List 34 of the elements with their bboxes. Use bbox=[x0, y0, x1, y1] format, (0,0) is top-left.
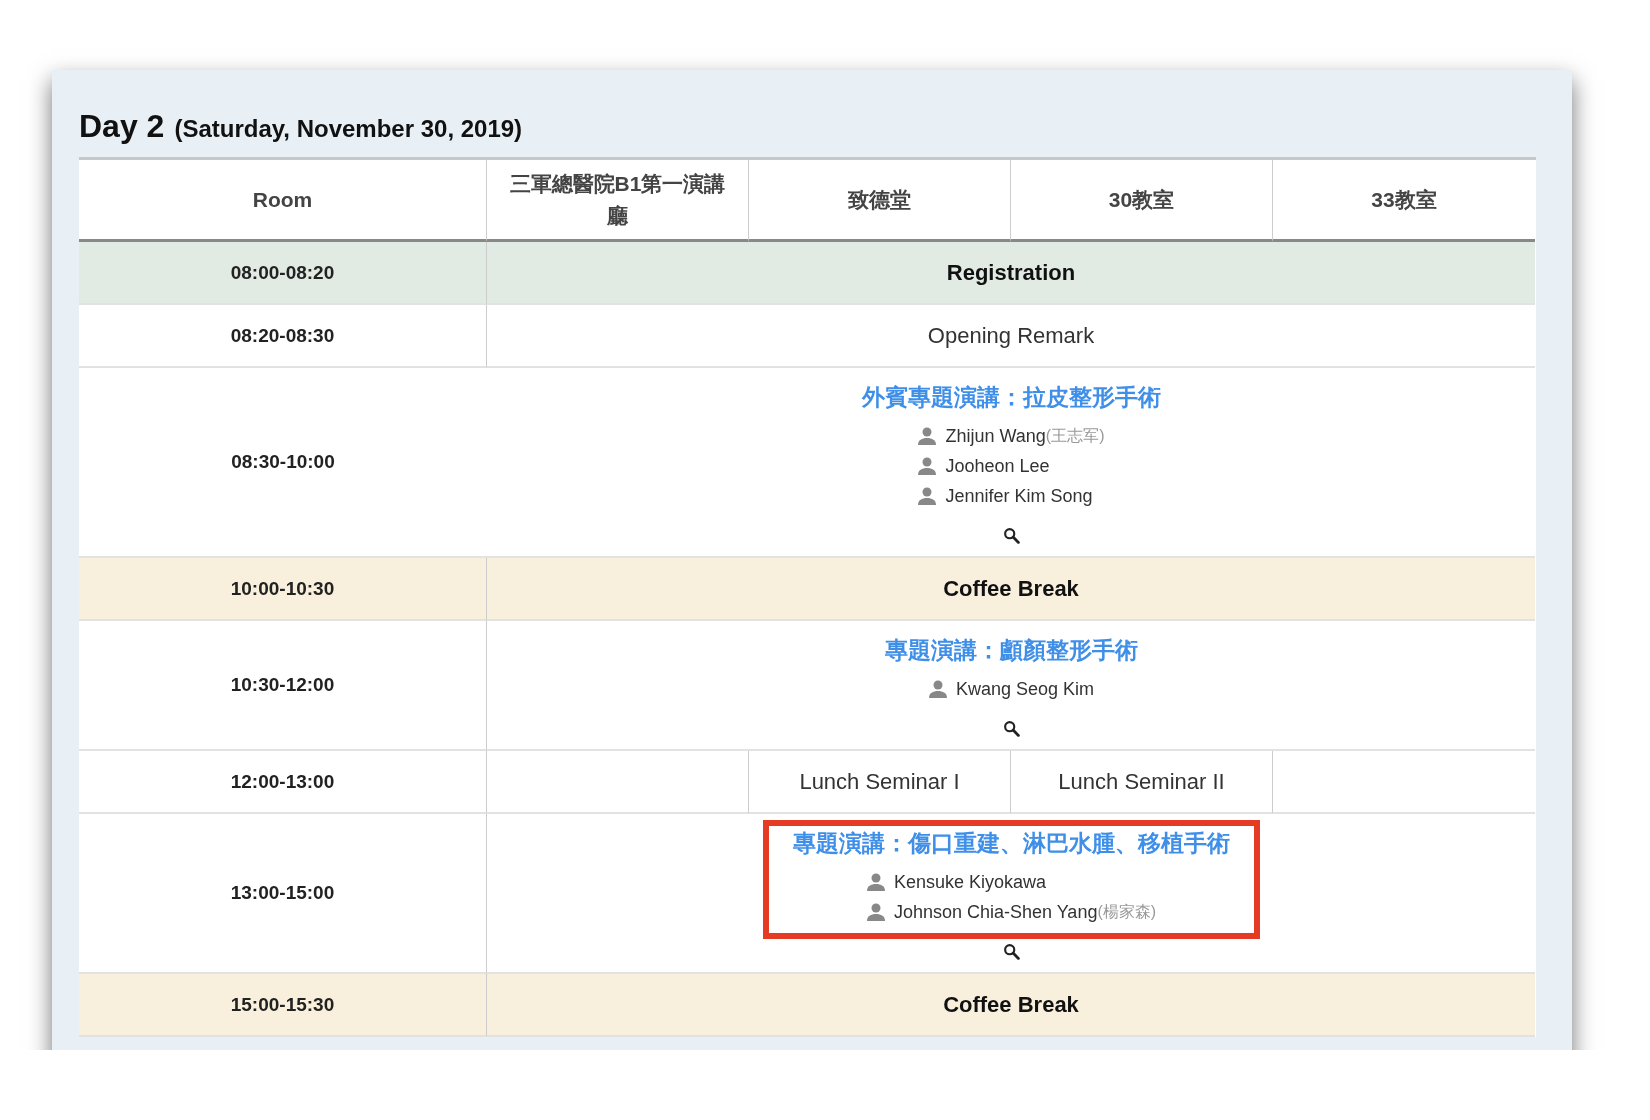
speaker-native-name: (楊家森) bbox=[1097, 901, 1157, 920]
day-date: (Saturday, November 30, 2019) bbox=[174, 115, 523, 143]
time-cell: 08:20-08:30 bbox=[79, 305, 487, 368]
person-icon bbox=[865, 872, 886, 892]
search-icon[interactable] bbox=[1002, 720, 1020, 737]
person-icon bbox=[917, 486, 938, 506]
speaker-name: Jooheon Lee bbox=[945, 455, 1050, 477]
speaker-name: Kensuke Kiyokawa bbox=[893, 871, 1046, 893]
break-cell: Coffee Break bbox=[487, 974, 1535, 1037]
day-title: Day 2 bbox=[79, 108, 165, 145]
time-cell: 10:30-12:00 bbox=[79, 621, 487, 751]
speaker-name: Jennifer Kim Song bbox=[945, 485, 1093, 507]
break-cell: Coffee Break bbox=[487, 558, 1535, 621]
session-title-link[interactable]: 外賓專題演講：拉皮整形手術 bbox=[861, 382, 1161, 413]
person-icon bbox=[917, 426, 938, 446]
session-title-link[interactable]: 專題演講：傷口重建、淋巴水腫、移植手術 bbox=[792, 828, 1230, 859]
time-cell: 10:00-10:30 bbox=[79, 558, 487, 621]
session-title-link[interactable]: 專題演講：顱顏整形手術 bbox=[884, 635, 1138, 666]
person-icon bbox=[865, 902, 886, 922]
break-cell: Registration bbox=[487, 242, 1535, 305]
session-cell: Opening Remark bbox=[487, 305, 1535, 368]
time-cell: 15:00-15:30 bbox=[79, 974, 487, 1037]
time-cell: 08:00-08:20 bbox=[79, 242, 487, 305]
session-cell: Lunch Seminar I bbox=[749, 751, 1011, 814]
speaker-native-name: (王志军) bbox=[1045, 425, 1105, 444]
time-cell: 12:00-13:00 bbox=[79, 751, 487, 814]
search-icon[interactable] bbox=[1002, 943, 1020, 960]
speaker-name: Zhijun Wang bbox=[945, 425, 1046, 447]
speaker-name: Johnson Chia-Shen Yang bbox=[893, 901, 1098, 923]
person-icon bbox=[927, 679, 948, 699]
speaker-name: Kwang Seog Kim bbox=[955, 678, 1095, 700]
search-icon[interactable] bbox=[1002, 527, 1020, 544]
person-icon bbox=[917, 456, 938, 476]
session-cell: Lunch Seminar II bbox=[1011, 751, 1273, 814]
